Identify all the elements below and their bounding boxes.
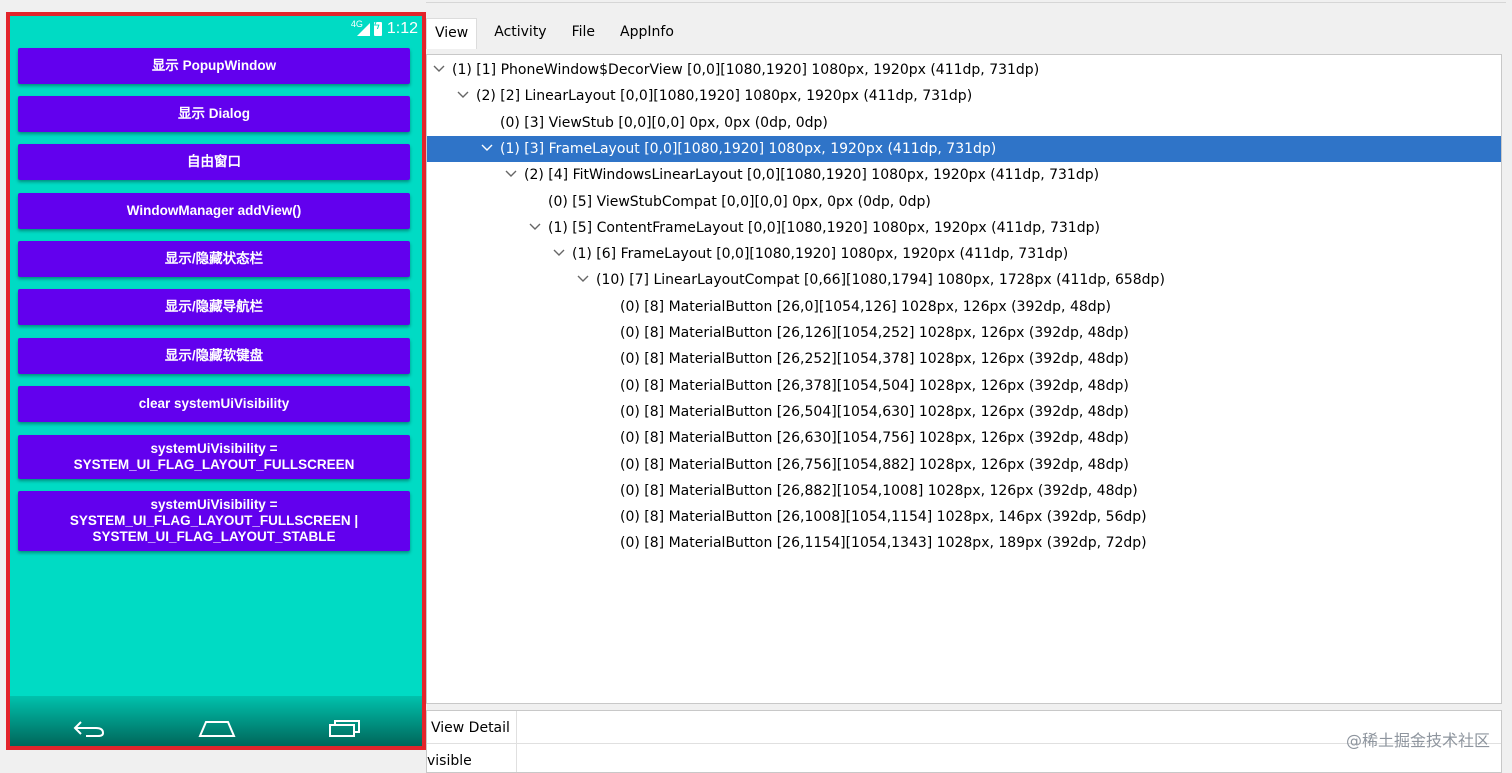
- view-detail-label: View Detail: [431, 720, 510, 736]
- tree-row-label: (1) [5] ContentFrameLayout [0,0][1080,19…: [548, 215, 1100, 241]
- tree-row[interactable]: (1) [1] PhoneWindow$DecorView [0,0][1080…: [427, 57, 1501, 83]
- tree-row[interactable]: (2) [2] LinearLayout [0,0][1080,1920] 10…: [427, 83, 1501, 109]
- tree-row[interactable]: (1) [5] ContentFrameLayout [0,0][1080,19…: [427, 215, 1501, 241]
- tree-row[interactable]: (0) [5] ViewStubCompat [0,0][0,0] 0px, 0…: [427, 189, 1501, 215]
- status-time: 1:12: [387, 20, 418, 38]
- tree-row[interactable]: (0) [8] MaterialButton [26,126][1054,252…: [427, 320, 1501, 346]
- button-label: 显示/隐藏导航栏: [165, 299, 263, 315]
- tree-row-label: (2) [4] FitWindowsLinearLayout [0,0][108…: [524, 162, 1099, 188]
- tree-row[interactable]: (0) [8] MaterialButton [26,630][1054,756…: [427, 425, 1501, 451]
- tab-view[interactable]: View: [426, 18, 477, 49]
- tree-row-label: (0) [8] MaterialButton [26,252][1054,378…: [620, 346, 1129, 372]
- divider: [427, 743, 1501, 744]
- button-label: 自由窗口: [187, 154, 241, 170]
- tab-bar: View Activity File AppInfo: [426, 18, 691, 49]
- tree-row-label: (0) [8] MaterialButton [26,1008][1054,11…: [620, 504, 1147, 530]
- tree-row-label: (10) [7] LinearLayoutCompat [0,66][1080,…: [596, 267, 1165, 293]
- tab-activity[interactable]: Activity: [486, 18, 554, 49]
- tree-row[interactable]: (1) [6] FrameLayout [0,0][1080,1920] 108…: [427, 241, 1501, 267]
- tree-row[interactable]: (2) [4] FitWindowsLinearLayout [0,0][108…: [427, 162, 1501, 188]
- recent-apps-icon[interactable]: [328, 718, 362, 738]
- layout-fullscreen-button[interactable]: systemUiVisibility = SYSTEM_UI_FLAG_LAYO…: [18, 435, 410, 479]
- tree-row[interactable]: (0) [8] MaterialButton [26,882][1054,100…: [427, 478, 1501, 504]
- free-window-button[interactable]: 自由窗口: [18, 144, 410, 180]
- tree-row-label: (0) [8] MaterialButton [26,882][1054,100…: [620, 478, 1138, 504]
- back-icon[interactable]: [72, 718, 106, 738]
- chevron-down-icon[interactable]: [433, 65, 445, 73]
- tree-row[interactable]: (0) [8] MaterialButton [26,756][1054,882…: [427, 452, 1501, 478]
- tree-row-label: (0) [8] MaterialButton [26,378][1054,504…: [620, 373, 1129, 399]
- chevron-down-icon[interactable]: [529, 223, 541, 231]
- toggle-navbar-button[interactable]: 显示/隐藏导航栏: [18, 289, 410, 325]
- tree-row[interactable]: (0) [8] MaterialButton [26,252][1054,378…: [427, 346, 1501, 372]
- show-popupwindow-button[interactable]: 显示 PopupWindow: [18, 48, 410, 84]
- tree-row-label: (2) [2] LinearLayout [0,0][1080,1920] 10…: [476, 83, 972, 109]
- button-label: 显示/隐藏软键盘: [165, 348, 263, 364]
- tree-row[interactable]: (0) [8] MaterialButton [26,1008][1054,11…: [427, 504, 1501, 530]
- tree-row[interactable]: (1) [3] FrameLayout [0,0][1080,1920] 108…: [427, 136, 1501, 162]
- toggle-statusbar-button[interactable]: 显示/隐藏状态栏: [18, 241, 410, 277]
- tree-row-label: (1) [3] FrameLayout [0,0][1080,1920] 108…: [500, 136, 996, 162]
- view-detail-panel: View Detail visible: [426, 710, 1502, 773]
- toggle-keyboard-button[interactable]: 显示/隐藏软键盘: [18, 338, 410, 374]
- tree-row-label: (0) [5] ViewStubCompat [0,0][0,0] 0px, 0…: [548, 189, 931, 215]
- view-tree: (1) [1] PhoneWindow$DecorView [0,0][1080…: [426, 54, 1502, 704]
- status-bar: 4G 1:12: [10, 16, 422, 42]
- chevron-down-icon[interactable]: [577, 275, 589, 283]
- button-label: WindowManager addView(): [127, 203, 301, 219]
- clear-systemuivisibility-button[interactable]: clear systemUiVisibility: [18, 386, 410, 422]
- show-dialog-button[interactable]: 显示 Dialog: [18, 96, 410, 132]
- tree-row[interactable]: (10) [7] LinearLayoutCompat [0,66][1080,…: [427, 267, 1501, 293]
- tree-row-label: (1) [6] FrameLayout [0,0][1080,1920] 108…: [572, 241, 1068, 267]
- tree-row[interactable]: (0) [3] ViewStub [0,0][0,0] 0px, 0px (0d…: [427, 110, 1501, 136]
- tab-appinfo[interactable]: AppInfo: [612, 18, 682, 49]
- phone-preview: 4G 1:12 显示 PopupWindow 显示 Dialog 自由窗口 Wi…: [6, 12, 426, 750]
- chevron-down-icon[interactable]: [457, 91, 469, 99]
- button-label: systemUiVisibility = SYSTEM_UI_FLAG_LAYO…: [70, 497, 358, 545]
- inspector-panel: View Activity File AppInfo (1) [1] Phone…: [426, 0, 1512, 771]
- layout-fullscreen-stable-button[interactable]: systemUiVisibility = SYSTEM_UI_FLAG_LAYO…: [18, 491, 410, 551]
- tree-row-label: (0) [8] MaterialButton [26,126][1054,252…: [620, 320, 1129, 346]
- tree-row-label: (0) [3] ViewStub [0,0][0,0] 0px, 0px (0d…: [500, 110, 828, 136]
- visibility-value: visible: [427, 753, 472, 769]
- home-icon[interactable]: [198, 718, 236, 738]
- divider: [426, 2, 1506, 3]
- tree-row-label: (0) [8] MaterialButton [26,504][1054,630…: [620, 399, 1129, 425]
- tree-row[interactable]: (0) [8] MaterialButton [26,1154][1054,13…: [427, 530, 1501, 556]
- chevron-down-icon[interactable]: [553, 249, 565, 257]
- tree-row[interactable]: (0) [8] MaterialButton [26,0][1054,126] …: [427, 294, 1501, 320]
- divider: [516, 711, 517, 772]
- navigation-bar: [10, 696, 422, 746]
- button-label: 显示/隐藏状态栏: [165, 251, 263, 267]
- tree-row-label: (0) [8] MaterialButton [26,1154][1054,13…: [620, 530, 1147, 556]
- button-label: clear systemUiVisibility: [139, 396, 290, 412]
- button-label: systemUiVisibility = SYSTEM_UI_FLAG_LAYO…: [74, 441, 355, 473]
- button-label: 显示 Dialog: [178, 106, 250, 122]
- battery-icon: [374, 22, 382, 36]
- tree-row-label: (0) [8] MaterialButton [26,0][1054,126] …: [620, 294, 1111, 320]
- tree-row-label: (1) [1] PhoneWindow$DecorView [0,0][1080…: [452, 57, 1039, 83]
- tab-file[interactable]: File: [564, 18, 603, 49]
- windowmanager-addview-button[interactable]: WindowManager addView(): [18, 193, 410, 229]
- chevron-down-icon[interactable]: [481, 144, 493, 152]
- tree-row-label: (0) [8] MaterialButton [26,630][1054,756…: [620, 425, 1129, 451]
- chevron-down-icon[interactable]: [505, 170, 517, 178]
- watermark: @稀土掘金技术社区: [1346, 727, 1490, 751]
- tree-row-label: (0) [8] MaterialButton [26,756][1054,882…: [620, 452, 1129, 478]
- tree-row[interactable]: (0) [8] MaterialButton [26,378][1054,504…: [427, 373, 1501, 399]
- button-label: 显示 PopupWindow: [152, 58, 276, 74]
- tree-row[interactable]: (0) [8] MaterialButton [26,504][1054,630…: [427, 399, 1501, 425]
- network-type: 4G: [351, 19, 363, 29]
